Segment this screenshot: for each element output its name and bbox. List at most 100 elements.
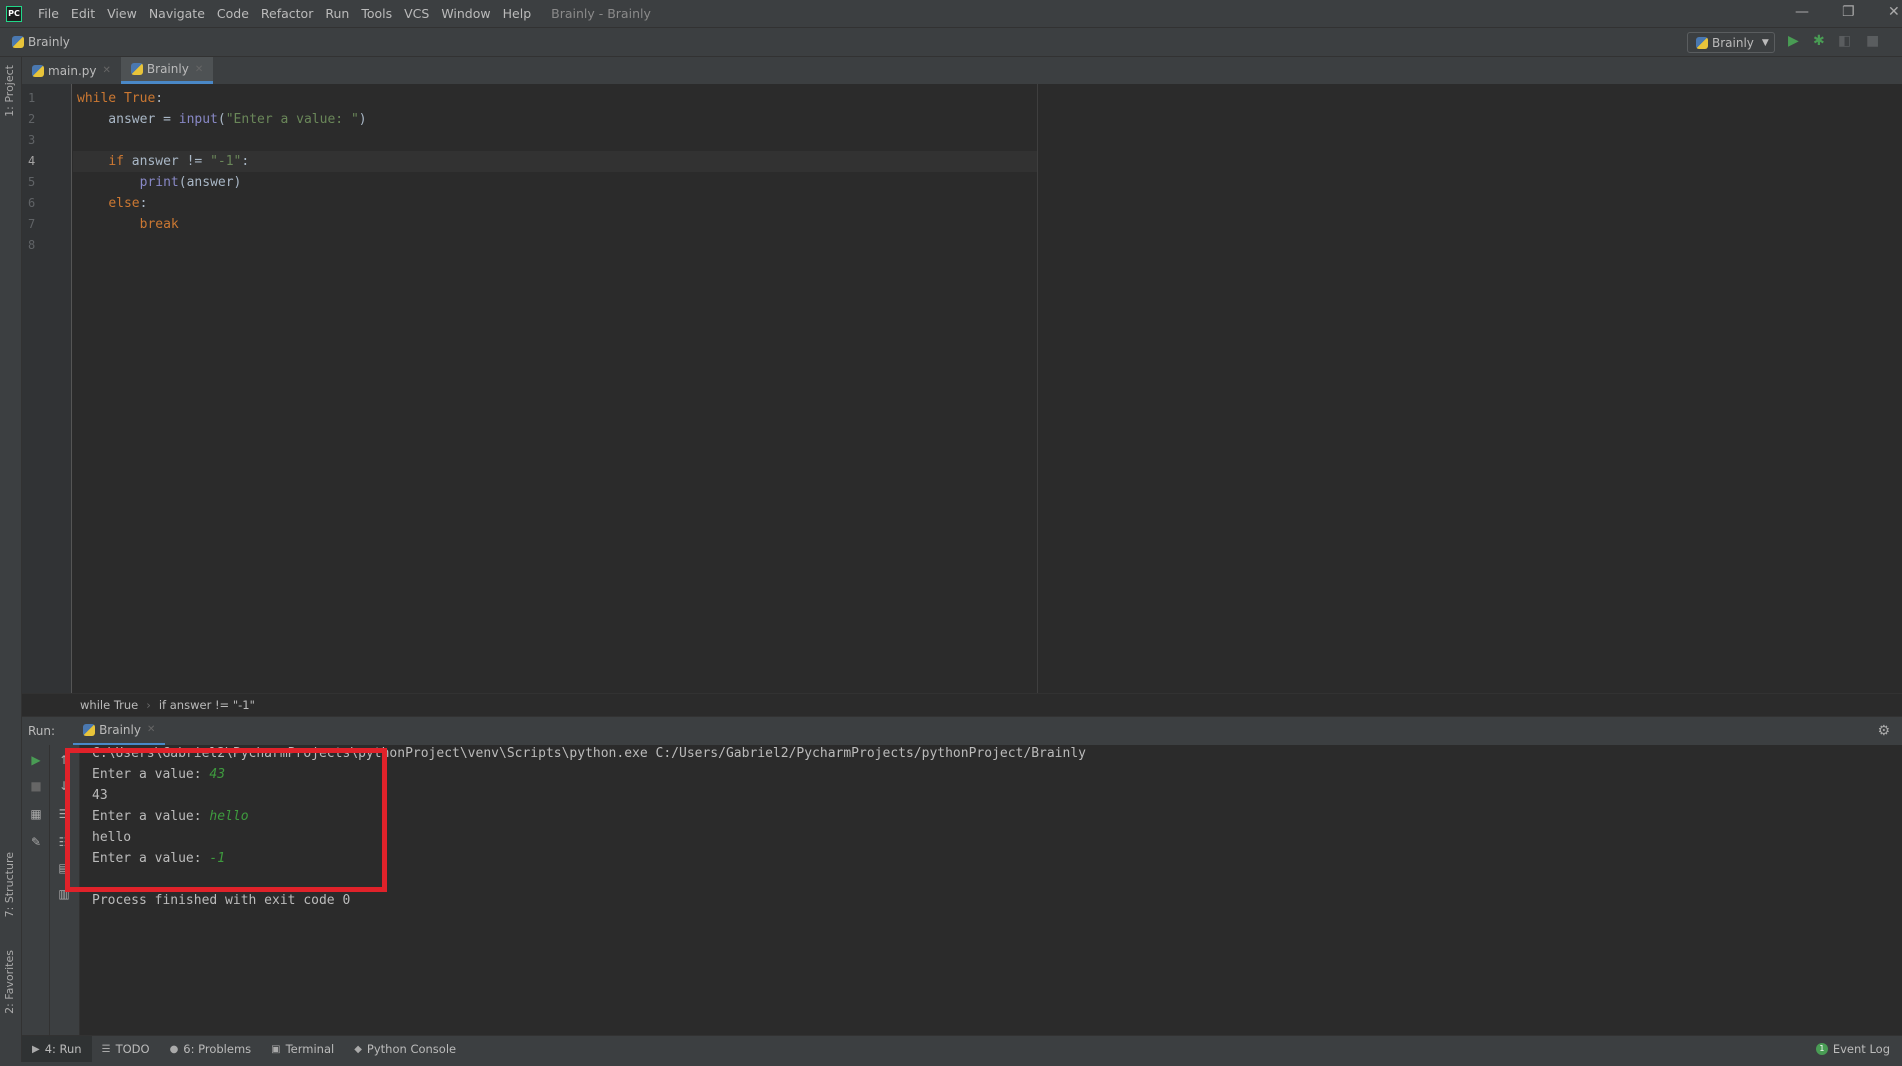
run-actions-toolbar: ▶ ■ ▦ ✎ [22,745,50,1035]
window-title: Brainly - Brainly [551,6,651,21]
bottom-tab-python-console[interactable]: ◆ Python Console [344,1036,466,1062]
menu-window[interactable]: Window [435,6,496,21]
run-label: Run: [28,724,56,738]
bottom-tab-label: Terminal [285,1042,335,1056]
line-number: 2 [28,112,36,126]
bottom-tab--problems[interactable]: ● 6: Problems [160,1036,262,1062]
code-token: : [139,196,148,211]
line-number: 5 [28,175,36,189]
rerun-icon[interactable]: ▶ [29,753,43,767]
bottom-tab-label: TODO [115,1042,150,1056]
menu-edit[interactable]: Edit [65,6,101,21]
close-icon[interactable]: ✕ [1888,4,1900,20]
console-text: Process finished with exit code 0 [92,893,351,908]
python-file-icon [32,64,44,77]
tab-brainly[interactable]: Brainly ✕ [120,57,214,84]
minimize-icon[interactable]: — [1795,4,1809,20]
tab-label: main.py [48,63,97,78]
menu-code[interactable]: Code [211,6,255,21]
chevron-down-icon: ▼ [1761,37,1769,48]
debug-icon[interactable]: ✱ [1813,33,1825,49]
run-icon[interactable]: ▶ [1788,33,1799,49]
run-tab-brainly[interactable]: Brainly ✕ [73,717,166,746]
code-token: ( [217,112,226,127]
close-tab-icon[interactable]: ✕ [103,65,111,76]
bottom-tab-label: 6: Problems [183,1042,252,1056]
notification-count-badge: 1 [1815,1043,1828,1055]
tool-window-icon: ● [169,1043,179,1055]
chevron-right-icon: › [146,698,151,712]
event-log-label: Event Log [1832,1042,1890,1056]
run-tab-label: Brainly [99,722,141,737]
breadcrumb-item[interactable]: while True [80,698,138,712]
menu-view[interactable]: View [101,6,143,21]
line-number: 3 [28,133,36,147]
menu-vcs[interactable]: VCS [398,6,435,21]
code-token: answer != [123,154,211,169]
stop-icon[interactable]: ■ [29,779,43,793]
code-token: else [108,196,140,211]
close-tab-icon[interactable]: ✕ [195,64,203,75]
breadcrumb-item[interactable]: if answer != "-1" [159,698,255,712]
code-token: while [77,91,117,106]
code-line: print(answer) [77,172,242,193]
python-icon [1696,36,1708,49]
code-editor[interactable]: while True: answer = input("Enter a valu… [73,84,1902,693]
code-token: break [139,217,179,232]
navigation-toolbar: Brainly Brainly ▼ ▶ ✱ ◧ ■ [0,28,1902,57]
stop-icon[interactable]: ■ [1866,33,1879,49]
menu-refactor[interactable]: Refactor [255,6,319,21]
code-token: True [123,91,156,106]
gear-icon[interactable]: ⚙ [1877,723,1890,739]
menu-run[interactable]: Run [319,6,355,21]
tool-window-icon: ▣ [271,1043,281,1055]
code-token: : [241,154,250,169]
structure-tool-button[interactable]: 7: Structure [3,852,16,917]
code-token: (answer) [178,175,242,190]
event-log-button[interactable]: 1 Event Log [1815,1042,1890,1056]
code-token: : [155,91,164,106]
project-breadcrumb[interactable]: Brainly [12,35,70,49]
menu-navigate[interactable]: Navigate [143,6,211,21]
python-file-icon [130,63,143,75]
right-margin-guide [1037,84,1038,693]
restore-icon[interactable]: ❐ [1842,4,1855,20]
bottom-tab--run[interactable]: ▶ 4: Run [22,1036,92,1062]
favorites-tool-button[interactable]: 2: Favorites [3,950,16,1014]
tab-label: Brainly [146,62,189,76]
line-number: 7 [28,217,36,231]
bottom-tab-todo[interactable]: ☰ TODO [92,1036,160,1062]
code-token: if [108,154,124,169]
menu-help[interactable]: Help [497,6,538,21]
project-tool-button[interactable]: 1: Project [3,65,16,117]
layout-icon[interactable]: ▦ [29,807,43,821]
tool-window-icon: ☰ [101,1043,111,1055]
console-line: Process finished with exit code 0 [92,890,350,911]
run-panel-header: Run: Brainly ✕ ⚙ [22,716,1902,746]
code-token: ) [358,112,367,127]
menu-tools[interactable]: Tools [355,6,398,21]
code-breadcrumb: while True › if answer != "-1" [22,693,1902,716]
run-config-dropdown[interactable]: Brainly ▼ [1687,32,1775,53]
tab-main-py[interactable]: main.py ✕ [22,57,121,84]
code-token: answer = [77,112,179,127]
code-line: else: [77,193,147,214]
code-line: if answer != "-1": [73,151,1037,172]
pin-icon[interactable]: ✎ [29,835,43,849]
editor-tabs: main.py ✕ Brainly ✕ [22,57,1902,84]
pycharm-logo-icon: PC [6,5,22,22]
code-line: answer = input("Enter a value: ") [77,109,367,130]
close-tab-icon[interactable]: ✕ [147,724,155,735]
line-number: 8 [28,238,36,252]
bottom-tool-window-bar: ▶ 4: Run ☰ TODO ● 6: Problems ▣ Terminal ◆ Python… [22,1035,1902,1062]
coverage-icon[interactable]: ◧ [1838,33,1851,49]
menu-file[interactable]: File [32,6,65,21]
python-file-icon [12,36,24,48]
code-line: while True: [77,88,163,109]
bottom-tab-terminal[interactable]: ▣ Terminal [261,1036,344,1062]
